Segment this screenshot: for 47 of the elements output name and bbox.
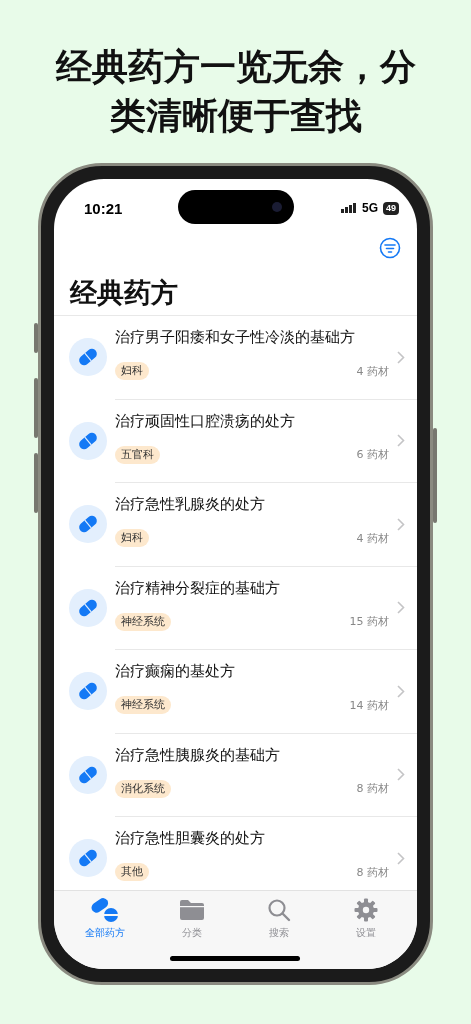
ingredient-count: 4 药材 — [356, 363, 389, 379]
filter-icon[interactable] — [379, 237, 401, 259]
category-tag: 消化系统 — [115, 779, 171, 798]
folder-icon — [179, 899, 206, 921]
formula-row[interactable]: 治疗癫痫的基处方 神经系统 14 药材 — [54, 650, 417, 734]
chevron-icon — [397, 350, 405, 364]
formula-row[interactable]: 治疗急性胰腺炎的基础方 消化系统 8 药材 — [54, 733, 417, 817]
category-tag: 其他 — [115, 863, 149, 881]
category-tag: 神经系统 — [115, 696, 171, 714]
camera-icon — [272, 202, 282, 212]
ingredient-count: 6 药材 — [356, 447, 389, 462]
category-tag: 妇科 — [115, 529, 149, 547]
network-label: 5G — [361, 201, 378, 215]
ingredient-count: 15 药材 — [349, 614, 389, 629]
chevron-icon — [397, 517, 405, 531]
formula-name: 治疗顽固性口腔溃疡的处方 — [115, 411, 296, 431]
pills-icon — [90, 897, 121, 923]
ingredient-count: 8 药材 — [356, 781, 389, 796]
chevron-icon — [397, 434, 405, 448]
formula-row[interactable]: 治疗男子阳痿和女子性冷淡的基础方 妇科 4 药材 — [54, 316, 417, 400]
ingredient-count: 8 药材 — [356, 864, 389, 880]
category-tag: 五官科 — [115, 445, 160, 464]
formula-row[interactable]: 治疗顽固性口腔溃疡的处方 五官科 6 药材 — [54, 399, 417, 483]
formula-name: 治疗男子阳痿和女子性冷淡的基础方 — [115, 328, 356, 347]
formula-name: 治疗急性乳腺炎的处方 — [115, 495, 266, 514]
chevron-icon — [397, 768, 405, 782]
tab[interactable]: 全部药方 — [62, 897, 149, 940]
formula-row[interactable]: 治疗急性乳腺炎的处方 妇科 4 药材 — [54, 483, 417, 567]
formula-row[interactable]: 治疗精神分裂症的基础方 神经系统 15 药材 — [54, 566, 417, 650]
search-icon — [266, 898, 291, 922]
chevron-icon — [397, 601, 405, 615]
ingredient-count: 14 药材 — [349, 697, 389, 713]
page-title: 经典药方 — [54, 261, 417, 316]
formula-name: 治疗癫痫的基处方 — [115, 662, 236, 681]
signal-icon — [340, 203, 357, 213]
settings-icon — [353, 898, 378, 922]
chevron-icon — [397, 851, 405, 865]
ingredient-count: 4 药材 — [356, 530, 389, 546]
headline: 经典药方一览无余，分类清晰便于查找 — [54, 45, 417, 138]
battery-level: 49 — [383, 201, 399, 215]
category-tag: 神经系统 — [115, 612, 171, 631]
formula-name: 治疗急性胆囊炎的处方 — [115, 829, 266, 848]
clock: 10:21 — [84, 199, 123, 217]
chevron-icon — [397, 684, 405, 698]
formula-name: 治疗急性胰腺炎的基础方 — [115, 745, 281, 765]
formula-name: 治疗精神分裂症的基础方 — [115, 578, 281, 598]
category-tag: 妇科 — [115, 362, 149, 380]
